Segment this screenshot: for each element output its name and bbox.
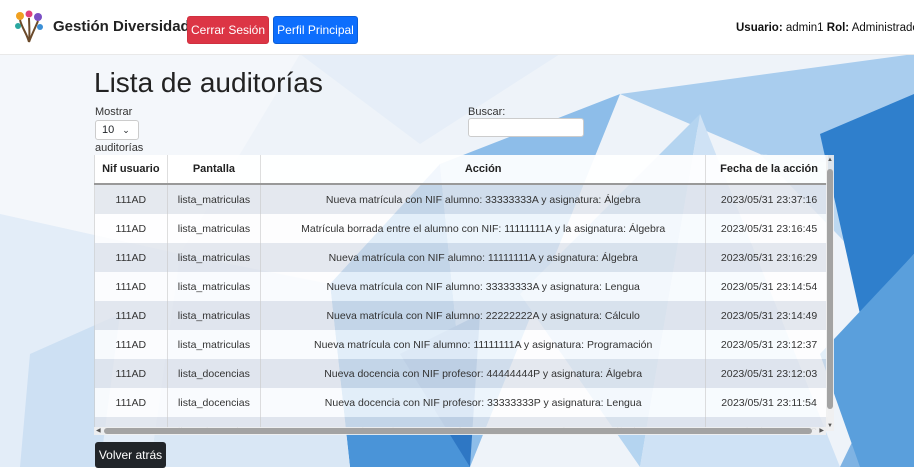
audit-table: Nif usuario Pantalla Acción Fecha de la … <box>94 155 828 430</box>
cell-fecha: 2023/05/31 23:12:37 <box>705 330 828 359</box>
logout-button[interactable]: Cerrar Sesión <box>187 16 269 44</box>
audit-table-container: Nif usuario Pantalla Acción Fecha de la … <box>94 155 828 430</box>
cell-accion: Nueva matrícula con NIF alumno: 33333333… <box>260 184 706 214</box>
search-label: Buscar: <box>468 106 506 118</box>
role-value: Administrador/a <box>851 22 914 34</box>
cell-pantalla: lista_docencias <box>166 388 261 417</box>
table-row: 111AD lista_matriculas Nueva matrícula c… <box>94 330 828 359</box>
cell-fecha: 2023/05/31 23:14:49 <box>705 301 828 330</box>
cell-nif: 111AD <box>94 243 168 272</box>
table-row: 111AD lista_matriculas Nueva matrícula c… <box>94 301 828 330</box>
column-header-nif[interactable]: Nif usuario <box>94 155 168 185</box>
table-row: 111AD lista_matriculas Nueva matrícula c… <box>94 272 828 301</box>
scroll-left-icon[interactable]: ◀ <box>96 427 101 434</box>
cell-nif: 111AD <box>94 272 168 301</box>
chevron-down-icon: ⌄ <box>122 124 130 135</box>
cell-fecha: 2023/05/31 23:16:45 <box>705 214 828 243</box>
cell-pantalla: lista_matriculas <box>166 272 261 301</box>
cell-nif: 111AD <box>94 214 168 243</box>
cell-fecha: 2023/05/31 23:16:29 <box>705 243 828 272</box>
page-title: Lista de auditorías <box>94 67 323 98</box>
column-header-pantalla[interactable]: Pantalla <box>166 155 261 185</box>
cell-pantalla: lista_matriculas <box>166 330 261 359</box>
table-vertical-scrollbar[interactable]: ▲ ▼ <box>826 155 834 431</box>
role-label: Rol: <box>826 22 850 34</box>
cell-accion: Nueva docencia con NIF profesor: 3333333… <box>260 388 706 417</box>
user-label: Usuario: <box>736 22 783 34</box>
cell-accion: Matrícula borrada entre el alumno con NI… <box>260 214 706 243</box>
cell-accion: Nueva matrícula con NIF alumno: 11111111… <box>260 243 706 272</box>
cell-pantalla: lista_matriculas <box>166 184 261 214</box>
show-entries-suffix: auditorías <box>95 142 144 154</box>
logo-icon[interactable] <box>14 10 44 44</box>
scroll-up-icon[interactable]: ▲ <box>827 157 833 163</box>
show-entries-label: Mostrar <box>95 106 133 118</box>
cell-accion: Nueva matrícula con NIF alumno: 11111111… <box>260 330 706 359</box>
search-input[interactable] <box>468 118 584 137</box>
cell-nif: 111AD <box>94 359 168 388</box>
column-header-accion[interactable]: Acción <box>260 155 706 185</box>
user-info: Usuario: admin1 Rol: Administrador/a <box>736 22 914 34</box>
cell-nif: 111AD <box>94 330 168 359</box>
table-row: 111AD lista_matriculas Matrícula borrada… <box>94 214 828 243</box>
horizontal-scroll-thumb[interactable] <box>104 428 812 434</box>
table-row: 111AD lista_matriculas Nueva matrícula c… <box>94 184 828 214</box>
user-value: admin1 <box>785 22 824 34</box>
cell-fecha: 2023/05/31 23:37:16 <box>705 184 828 214</box>
main-content: Lista de auditorías Mostrar 10 ⌄ auditor… <box>0 54 914 468</box>
brand-title[interactable]: Gestión Diversidad <box>53 18 190 35</box>
table-horizontal-scrollbar[interactable]: ◀ ▶ <box>94 427 826 435</box>
back-button[interactable]: Volver atrás <box>95 442 166 468</box>
table-row: 111AD lista_docencias Nueva docencia con… <box>94 359 828 388</box>
column-header-fecha[interactable]: Fecha de la acción <box>705 155 828 185</box>
cell-fecha: 2023/05/31 23:14:54 <box>705 272 828 301</box>
table-header-row: Nif usuario Pantalla Acción Fecha de la … <box>94 155 828 185</box>
table-row: 111AD lista_docencias Nueva docencia con… <box>94 388 828 417</box>
scroll-down-icon[interactable]: ▼ <box>827 423 833 429</box>
cell-pantalla: lista_matriculas <box>166 214 261 243</box>
cell-nif: 111AD <box>94 388 168 417</box>
cell-pantalla: lista_matriculas <box>166 301 261 330</box>
cell-accion: Nueva docencia con NIF profesor: 4444444… <box>260 359 706 388</box>
scroll-right-icon[interactable]: ▶ <box>819 427 824 434</box>
cell-accion: Nueva matrícula con NIF alumno: 33333333… <box>260 272 706 301</box>
navbar: Gestión Diversidad Cerrar Sesión Perfil … <box>0 0 914 55</box>
show-entries-select[interactable]: 10 ⌄ <box>95 120 139 140</box>
profile-button[interactable]: Perfil Principal <box>273 16 358 44</box>
cell-nif: 111AD <box>94 184 168 214</box>
cell-fecha: 2023/05/31 23:12:03 <box>705 359 828 388</box>
vertical-scroll-thumb[interactable] <box>827 169 833 409</box>
cell-nif: 111AD <box>94 301 168 330</box>
cell-pantalla: lista_matriculas <box>166 243 261 272</box>
cell-pantalla: lista_docencias <box>166 359 261 388</box>
show-entries-value: 10 <box>102 124 115 136</box>
table-row: 111AD lista_matriculas Nueva matrícula c… <box>94 243 828 272</box>
cell-accion: Nueva matrícula con NIF alumno: 22222222… <box>260 301 706 330</box>
cell-fecha: 2023/05/31 23:11:54 <box>705 388 828 417</box>
